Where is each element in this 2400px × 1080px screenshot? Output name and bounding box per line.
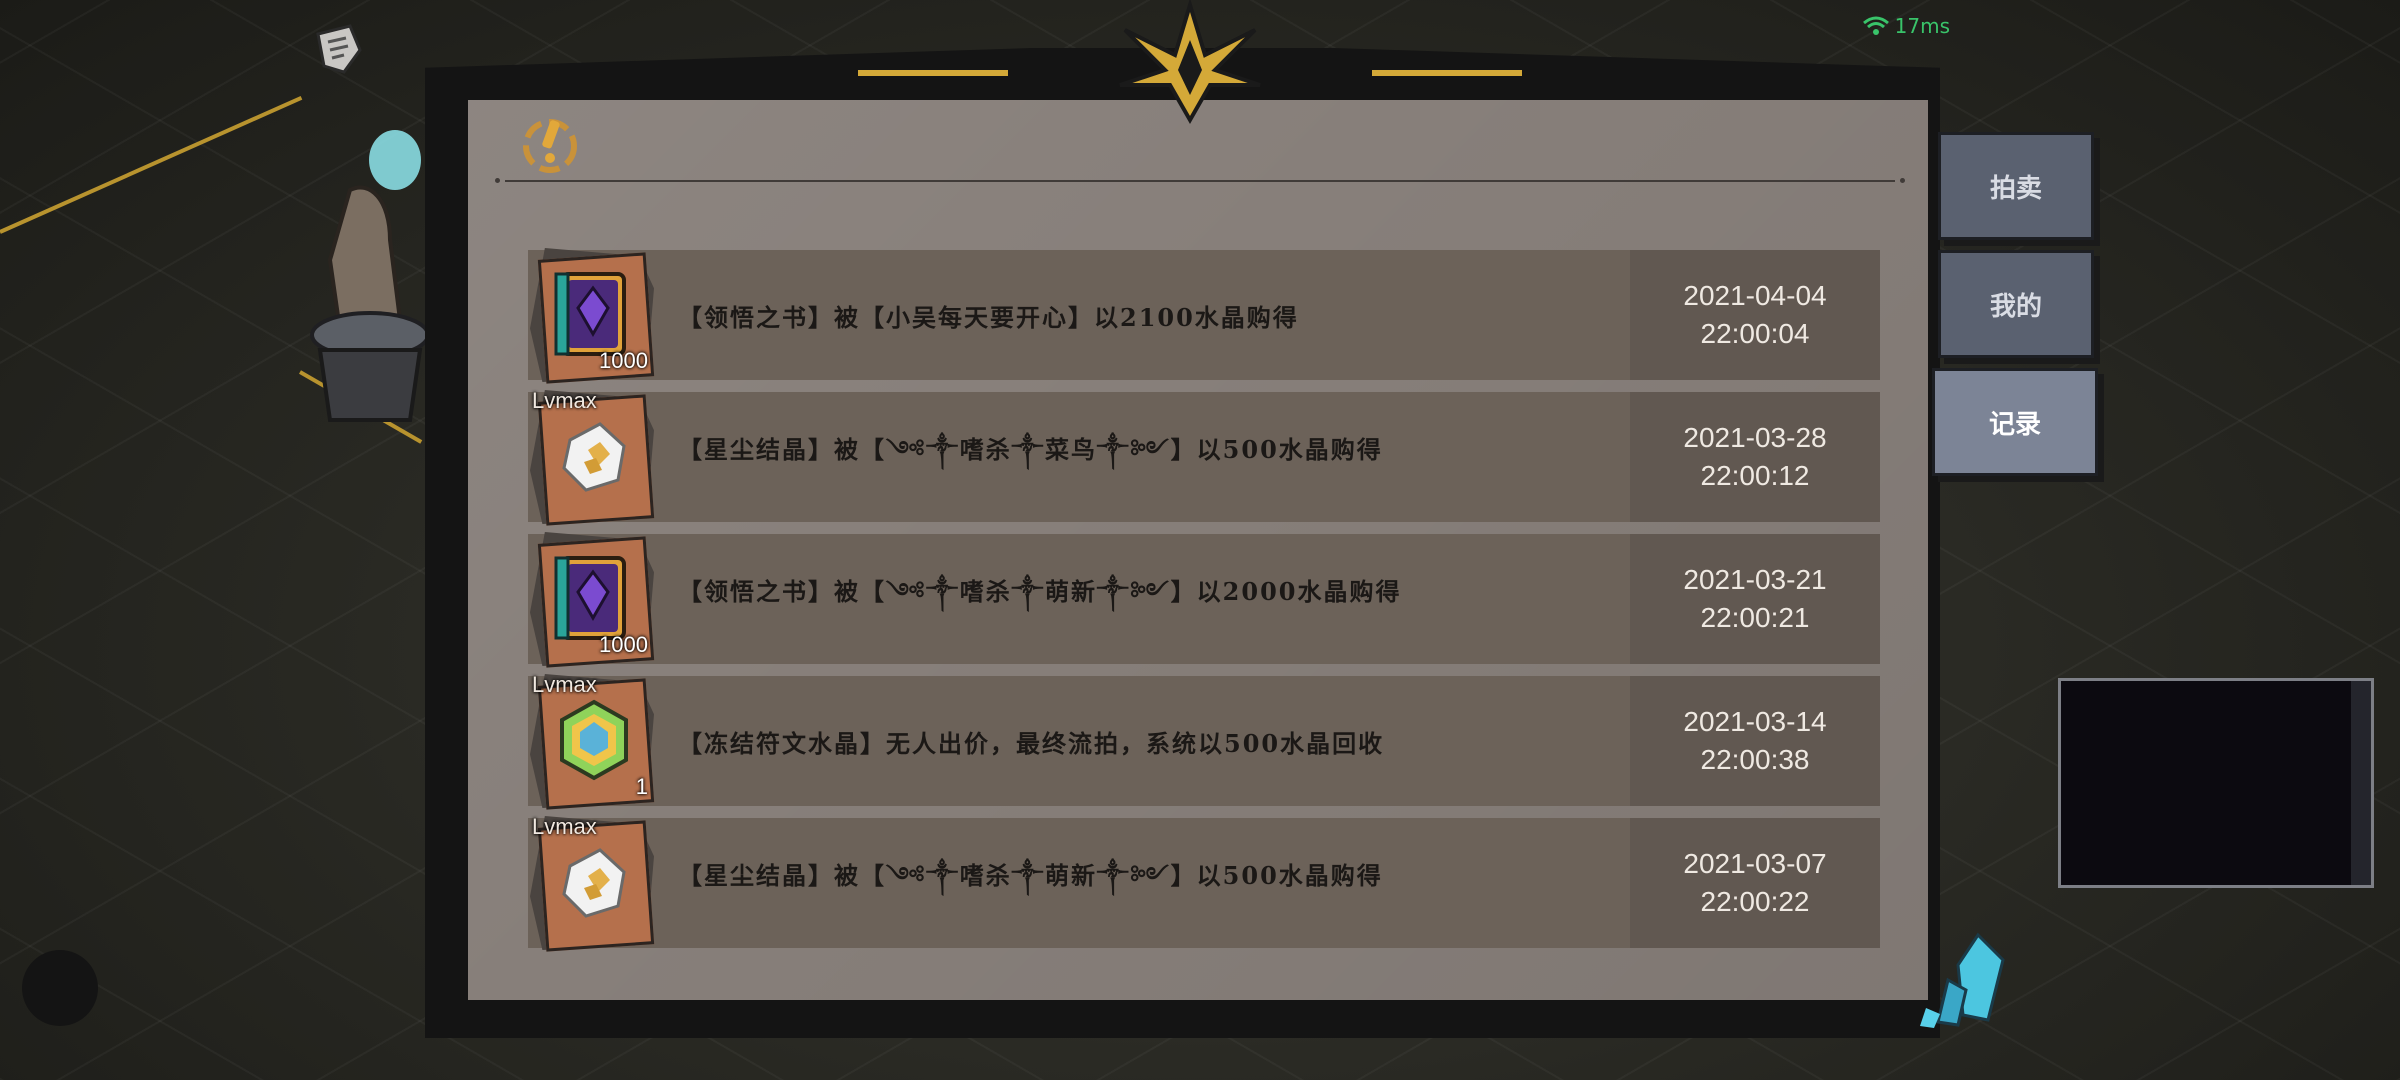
record-date: 2021-03-21 (1683, 564, 1827, 595)
star-crystal-icon[interactable]: Lvmax (522, 384, 662, 530)
star-crystal-icon[interactable]: Lvmax (522, 810, 662, 956)
item-count: 1000 (599, 632, 648, 657)
record-timestamp: 2021-03-07 22:00:22 (1630, 818, 1880, 948)
record-time: 22:00:21 (1700, 602, 1810, 633)
record-time: 22:00:38 (1700, 744, 1810, 775)
ornament-bar-left (858, 70, 1008, 76)
record-row: Lvmax 【星尘结晶】被【༺༒嗜杀༒萌新༒༻】以500水晶购得 2021-03-0… (528, 814, 1880, 952)
tab-mine[interactable]: 我的 (1938, 250, 2094, 358)
tab-auction[interactable]: 拍卖 (1938, 132, 2094, 240)
record-date: 2021-03-07 (1683, 848, 1827, 879)
record-row: 1000 【领悟之书】被【小吴每天要开心】以2100水晶购得 2021-04-04 2… (528, 248, 1880, 384)
network-status: 17ms (1862, 14, 1950, 38)
record-text: 【领悟之书】被【小吴每天要开心】以2100水晶购得 (678, 302, 1299, 332)
record-timestamp: 2021-04-04 22:00:04 (1630, 250, 1880, 380)
record-row: Lvmax 【星尘结晶】被【༺༒嗜杀༒菜鸟༒༻】以500水晶购得 2021-03-2… (528, 388, 1880, 526)
tome-icon[interactable]: 1000 (522, 526, 662, 672)
record-text: 【领悟之书】被【༺༒嗜杀༒萌新༒༻】以2000水晶购得 (678, 576, 1402, 606)
panel-divider (495, 178, 1905, 183)
gold-star-ornament (1119, 0, 1261, 125)
ornament-bar-right (1372, 70, 1522, 76)
record-date: 2021-03-14 (1683, 706, 1827, 737)
record-text: 【冻结符文水晶】无人出价，最终流拍，系统以500水晶回收 (678, 728, 1385, 758)
record-text: 【星尘结晶】被【༺༒嗜杀༒萌新༒༻】以500水晶购得 (678, 860, 1383, 890)
auction-hammer-icon (523, 119, 577, 173)
record-text: 【星尘结晶】被【༺༒嗜杀༒菜鸟༒༻】以500水晶购得 (678, 434, 1383, 464)
joystick-button[interactable] (22, 950, 98, 1026)
fountain-statue (310, 130, 430, 422)
tome-icon[interactable]: 1000 (522, 242, 662, 388)
item-level-label: Lvmax (532, 814, 597, 839)
item-count: 1 (635, 774, 648, 799)
scroll-icon[interactable] (310, 20, 370, 80)
crystal-icon[interactable] (1918, 930, 2038, 1030)
record-timestamp: 2021-03-21 22:00:21 (1630, 534, 1880, 664)
record-row: 1000 【领悟之书】被【༺༒嗜杀༒萌新༒༻】以2000水晶购得 2021-03-2… (528, 532, 1880, 668)
record-time: 22:00:04 (1700, 318, 1810, 349)
item-level-label: Lvmax (532, 388, 597, 413)
item-count: 1000 (599, 348, 648, 373)
record-time: 22:00:22 (1700, 886, 1810, 917)
record-date: 2021-04-04 (1683, 280, 1827, 311)
wifi-icon (1862, 16, 1889, 35)
record-row: Lvmax 1 【冻结符文水晶】无人出价，最终流拍，系统以500水晶回收 2021-0… (528, 672, 1880, 810)
record-date: 2021-03-28 (1683, 422, 1827, 453)
rune-crystal-icon[interactable]: Lvmax 1 (522, 668, 662, 814)
record-timestamp: 2021-03-14 22:00:38 (1630, 676, 1880, 806)
record-timestamp: 2021-03-28 22:00:12 (1630, 392, 1880, 522)
tab-records[interactable]: 记录 (1932, 368, 2098, 476)
latency-text: 17ms (1894, 14, 1950, 38)
record-time: 22:00:12 (1700, 460, 1810, 491)
item-level-label: Lvmax (532, 672, 597, 697)
video-preview[interactable] (2058, 678, 2374, 888)
